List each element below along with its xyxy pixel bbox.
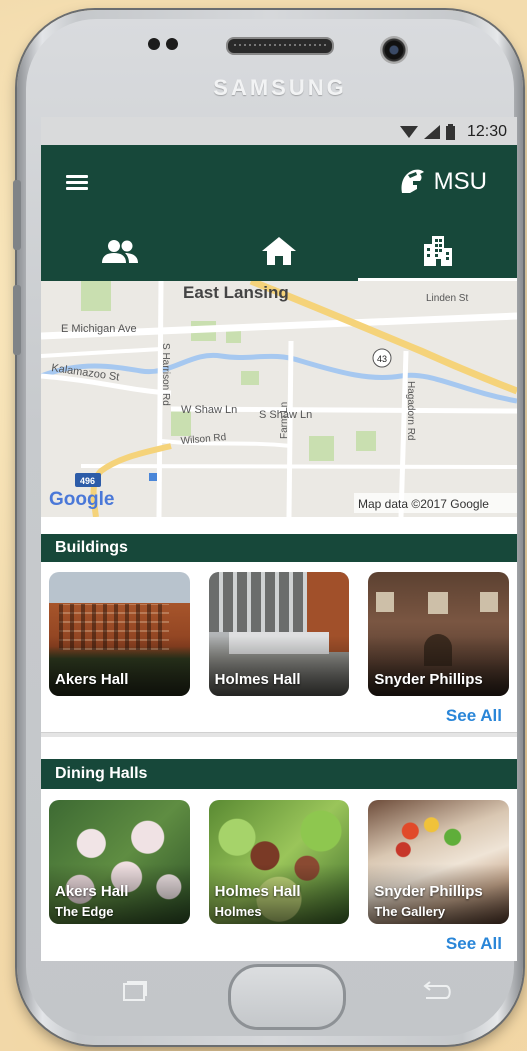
dining-header: Dining Halls [41,759,517,789]
app-brand: MSU [398,167,487,197]
bixby-button [13,285,21,355]
map-label-michigan: E Michigan Ave [61,323,137,335]
building-card-snyder[interactable]: Snyder Phillips [368,572,510,696]
google-logo: Google [49,489,114,510]
back-button[interactable] [420,980,454,1002]
screen: 12:30 MSU East Lansing Linden St E Michi… [41,117,517,961]
battery-icon [445,124,455,140]
buildings-see-all-link[interactable]: See All [41,706,517,732]
app-bar: MSU [41,145,517,220]
map-label-city: East Lansing [183,283,289,302]
map-attribution: Map data ©2017 Google [358,497,489,511]
volume-button [13,180,21,250]
dining-card-akers[interactable]: Akers Hall The Edge [49,800,190,924]
map-label-wshaw: W Shaw Ln [181,404,237,416]
device-brand: SAMSUNG [213,75,347,100]
app-title: MSU [433,168,487,195]
home-icon [262,236,296,265]
signal-icon [423,125,440,139]
dining-card-title: Snyder Phillips [374,883,483,900]
dining-cards: Akers Hall The Edge Holmes Hall Holmes S… [41,789,517,924]
buildings-header: Buildings [41,534,517,562]
campus-map[interactable]: East Lansing Linden St E Michigan Ave Ka… [41,281,517,517]
map-label-linden: Linden St [426,293,468,304]
buildings-icon [423,235,452,266]
dining-card-title: Akers Hall [55,883,129,900]
status-icons: 12:30 [399,123,507,141]
recents-button[interactable] [120,980,148,1002]
building-card-title: Holmes Hall [214,671,301,688]
people-icon [102,239,139,263]
building-card-title: Snyder Phillips [374,671,483,688]
dining-card-subtitle: The Gallery [374,904,446,919]
transit-icon [149,473,157,481]
building-card-title: Akers Hall [55,671,129,688]
map-label-hagadorn: Hagadorn Rd [405,381,416,440]
map-label-harrison: S Harrison Rd [160,343,171,406]
building-card-akers[interactable]: Akers Hall [49,572,190,696]
tab-people[interactable] [41,220,200,281]
dining-card-snyder[interactable]: Snyder Phillips The Gallery [368,800,510,924]
map-label-i496: 496 [80,476,95,486]
status-time: 12:30 [466,123,507,140]
home-button[interactable] [228,964,346,1030]
wifi-icon [399,126,418,138]
spartan-helmet-icon [401,169,424,193]
recents-icon [123,981,147,1001]
status-bar: 12:30 [41,117,517,145]
dining-card-subtitle: Holmes [214,904,262,919]
tab-bar [41,220,517,281]
dining-card-holmes[interactable]: Holmes Hall Holmes [208,800,350,924]
hamburger-menu-icon[interactable] [66,175,88,191]
buildings-cards: Akers Hall Holmes Hall Snyder Phillips [41,562,517,696]
tab-buildings[interactable] [358,220,517,281]
dining-card-title: Holmes Hall [214,883,301,900]
building-card-holmes[interactable]: Holmes Hall [208,572,350,696]
sensor-dot [166,38,178,50]
earpiece-speaker [226,37,334,55]
back-icon [423,981,451,999]
front-camera [380,36,408,64]
dining-see-all-link[interactable]: See All [41,934,517,954]
sensor-dot [148,38,160,50]
map-label-farm: Farm Ln [279,402,290,439]
dining-card-subtitle: The Edge [55,904,114,919]
map-label-route43: 43 [377,354,387,364]
tab-home[interactable] [200,220,359,281]
